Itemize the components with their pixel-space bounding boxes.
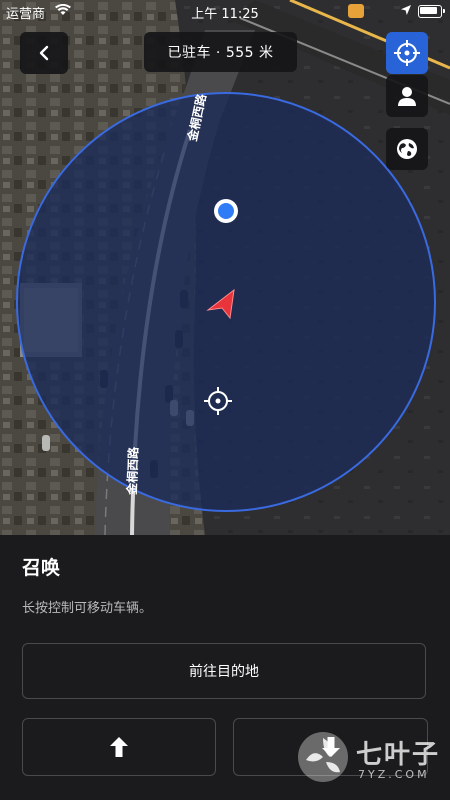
car-position-arrow-icon: [206, 288, 235, 320]
map-layer-button[interactable]: [386, 128, 428, 170]
move-forward-button[interactable]: [22, 718, 216, 776]
follow-me-button[interactable]: [386, 75, 428, 117]
chevron-left-icon: [39, 45, 49, 61]
status-bar: 运营商 上午 11:25: [0, 0, 450, 24]
crosshair-icon: [394, 40, 420, 66]
arrow-up-icon: [110, 737, 128, 757]
panel-description: 长按控制可移动车辆。: [22, 601, 153, 616]
phone-location-dot: [214, 199, 238, 223]
page-title: 已驻车 · 555 米: [167, 45, 274, 61]
map-imagery: 金桐西路 金桐西路: [0, 0, 450, 535]
panel-title: 召唤: [22, 557, 61, 579]
satellite-map[interactable]: 金桐西路 金桐西路: [0, 0, 450, 535]
go-to-destination-label: 前往目的地: [189, 664, 259, 680]
road-label-bottom: 金桐西路: [124, 446, 141, 496]
watermark-subtext: 7YZ.COM: [358, 768, 430, 781]
parked-distance-title: 已驻车 · 555 米: [144, 32, 297, 72]
location-services-icon: [401, 5, 411, 15]
summon-target-icon[interactable]: [203, 386, 233, 416]
leaf-logo-icon: [298, 732, 348, 782]
globe-icon: [397, 139, 417, 159]
person-icon: [398, 87, 416, 106]
clock: 上午 11:25: [191, 7, 259, 22]
watermark-text: 七叶子: [356, 740, 441, 770]
watermark: 七叶子 7YZ.COM: [296, 728, 446, 788]
summon-target-button[interactable]: [386, 32, 428, 74]
battery-icon: [418, 5, 445, 18]
app-notification-icon: [348, 4, 364, 18]
back-button[interactable]: [20, 32, 68, 74]
go-to-destination-button[interactable]: 前往目的地: [22, 643, 426, 699]
